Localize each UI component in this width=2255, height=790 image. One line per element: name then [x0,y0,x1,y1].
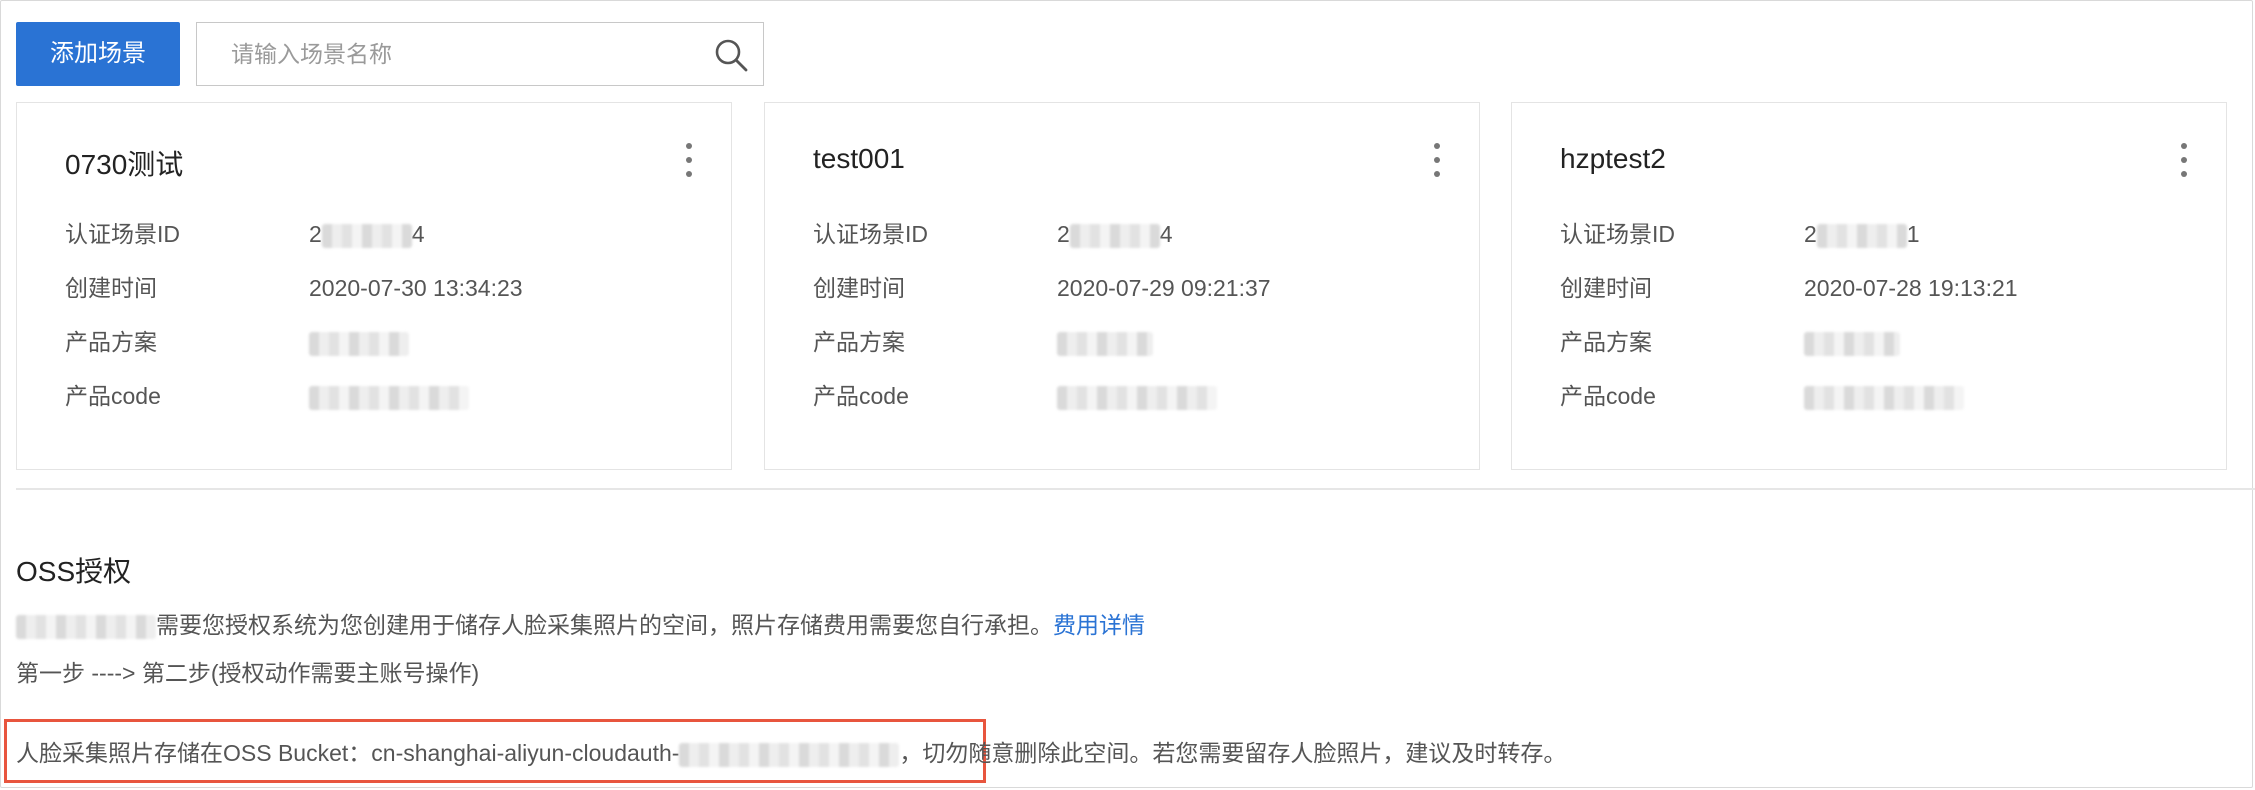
product-code-label: 产品code [65,383,161,409]
oss-desc-text: 需要您授权系统为您创建用于储存人脸采集照片的空间，照片存储费用需要您自行承担。 [156,612,1053,638]
scene-search-input[interactable] [197,23,697,85]
product-code-value-redacted [309,379,469,413]
product-plan-value-redacted [309,325,409,359]
oss-bucket-info: 人脸采集照片存储在OSS Bucket：cn-shanghai-aliyun-c… [16,736,1566,770]
created-time-value: 2020-07-28 19:13:21 [1804,275,2018,301]
redacted-text [16,614,156,639]
product-plan-value-redacted [1057,325,1153,359]
search-icon[interactable] [713,37,749,73]
created-time-label: 创建时间 [65,275,157,301]
product-code-label: 产品code [1560,383,1656,409]
more-options-icon[interactable] [2178,143,2190,183]
product-code-label: 产品code [813,383,909,409]
oss-description: 需要您授权系统为您创建用于储存人脸采集照片的空间，照片存储费用需要您自行承担。费… [16,608,1145,642]
oss-section-title: OSS授权 [16,556,132,587]
scene-id-value: 24 [309,221,425,248]
bucket-prefix-text: 人脸采集照片存储在OSS Bucket：cn-shanghai-aliyun-c… [16,740,680,766]
redacted-bucket-name [679,742,900,767]
more-options-icon[interactable] [1431,143,1443,183]
section-divider [16,488,2255,490]
product-code-value-redacted [1804,379,1964,413]
scene-id-label: 认证场景ID [813,221,928,247]
created-time-label: 创建时间 [1560,275,1652,301]
scene-id-value: 24 [1057,221,1173,248]
created-time-value: 2020-07-30 13:34:23 [309,275,523,301]
bucket-suffix-text: ，切勿随意删除此空间。若您需要留存人脸照片，建议及时转存。 [899,740,1567,766]
more-options-icon[interactable] [683,143,695,183]
product-plan-label: 产品方案 [1560,329,1652,355]
card-title: hzptest2 [1560,143,1666,174]
add-scene-button[interactable]: 添加场景 [16,22,180,86]
card-title: 0730测试 [65,149,184,180]
product-plan-value-redacted [1804,325,1900,359]
scene-card[interactable]: 0730测试 认证场景ID 24 创建时间 2020-07-30 13:34:2… [16,102,732,470]
fee-details-link[interactable]: 费用详情 [1053,612,1145,638]
scene-id-label: 认证场景ID [65,221,180,247]
scene-card[interactable]: hzptest2 认证场景ID 21 创建时间 2020-07-28 19:13… [1511,102,2227,470]
product-code-value-redacted [1057,379,1217,413]
scene-id-label: 认证场景ID [1560,221,1675,247]
card-title: test001 [813,143,905,174]
product-plan-label: 产品方案 [65,329,157,355]
scene-card[interactable]: test001 认证场景ID 24 创建时间 2020-07-29 09:21:… [764,102,1480,470]
search-box [196,22,764,86]
created-time-value: 2020-07-29 09:21:37 [1057,275,1271,301]
scene-id-value: 21 [1804,221,1920,248]
product-plan-label: 产品方案 [813,329,905,355]
oss-steps: 第一步 ----> 第二步(授权动作需要主账号操作) [16,660,480,686]
created-time-label: 创建时间 [813,275,905,301]
